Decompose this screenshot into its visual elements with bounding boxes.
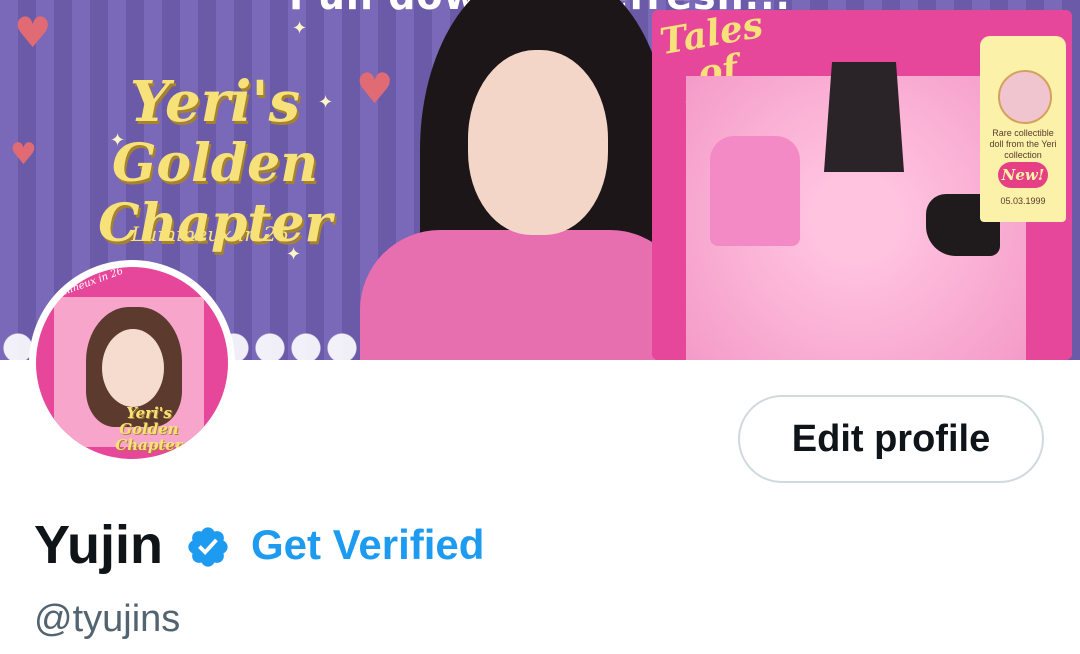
tag-photo <box>998 70 1052 124</box>
top-graphic <box>710 136 800 246</box>
sparkle-icon: ✦ <box>292 18 308 39</box>
avatar-face <box>102 329 164 407</box>
avatar-image: Lumineux in 26 Yeri's Golden Chapter <box>36 267 228 459</box>
get-verified-link[interactable]: Get Verified <box>251 521 484 569</box>
banner-subtitle: Lumineux in 26 <box>131 222 289 246</box>
profile-page: Pull down to refresh... ♥ ♥ ♥ ♥ ✦ ✦ ✦ ✦ … <box>0 0 1080 654</box>
edit-profile-button[interactable]: Edit profile <box>738 395 1044 483</box>
verified-badge-icon[interactable] <box>185 524 231 570</box>
profile-name-row: Yujin Get Verified <box>34 510 484 580</box>
skirt-graphic <box>824 62 904 172</box>
doll-box-graphic: Tales of Yeri Rare collectible doll from… <box>652 4 1072 360</box>
tag-date: 05.03.1999 <box>1000 196 1046 206</box>
banner-portrait <box>360 0 690 360</box>
display-name: Yujin <box>34 515 164 575</box>
portrait-dress <box>360 230 690 360</box>
avatar[interactable]: Lumineux in 26 Yeri's Golden Chapter <box>29 260 235 466</box>
avatar-title: Yeri's Golden Chapter <box>115 404 183 454</box>
tag-caption: Rare collectible doll from the Yeri coll… <box>989 128 1057 160</box>
banner-title-line1: Yeri's <box>129 69 301 135</box>
door-tag: Rare collectible doll from the Yeri coll… <box>980 36 1066 222</box>
portrait-face <box>468 50 608 235</box>
heart-icon: ♥ <box>14 8 52 57</box>
profile-handle: @tyujins <box>34 598 181 640</box>
tag-new-badge: New! <box>998 162 1048 188</box>
